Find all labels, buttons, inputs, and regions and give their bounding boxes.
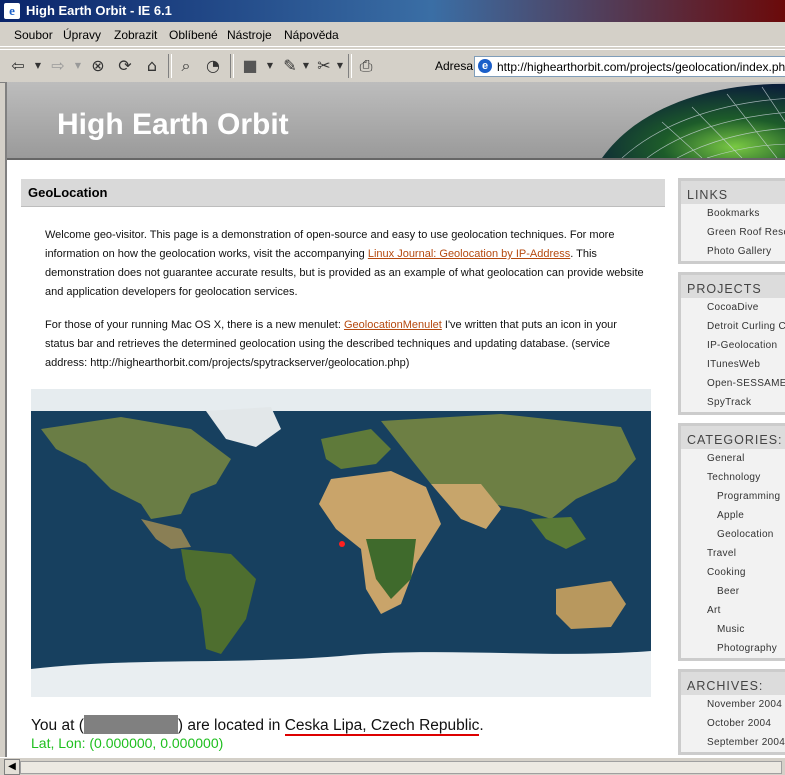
home-icon[interactable]: ⌂: [142, 56, 162, 76]
category-link[interactable]: General: [681, 449, 785, 468]
page-icon: e: [478, 59, 492, 73]
archives-box: ARCHIVES: November 2004 October 2004 Sep…: [678, 669, 785, 755]
search-icon[interactable]: ⌕: [176, 56, 196, 76]
categories-box: CATEGORIES: General Technology Programmi…: [678, 423, 785, 661]
projects-box: PROJECTS CocoaDive Detroit Curling Cl IP…: [678, 272, 785, 415]
project-link[interactable]: Open-SESSAME: [681, 374, 785, 393]
site-header: High Earth Orbit: [7, 82, 785, 160]
menu-edit[interactable]: Úpravy: [63, 28, 101, 42]
sidebar-link[interactable]: Green Roof Reso: [681, 223, 785, 242]
sidebar-link[interactable]: Bookmarks: [681, 204, 785, 223]
geolocation-menulet-link[interactable]: GeolocationMenulet: [344, 319, 442, 331]
project-link[interactable]: SpyTrack: [681, 393, 785, 412]
lat-lon-readout: Lat, Lon: (0.000000, 0.000000): [31, 735, 224, 751]
scroll-track[interactable]: [20, 761, 782, 774]
menu-help[interactable]: Nápověda: [284, 28, 339, 42]
category-link[interactable]: Beer: [681, 582, 785, 601]
refresh-icon[interactable]: ⟳: [115, 56, 135, 76]
project-link[interactable]: ITunesWeb: [681, 355, 785, 374]
forward-dropdown-icon[interactable]: ▼: [74, 56, 82, 76]
archive-link[interactable]: November 2004: [681, 695, 785, 714]
menu-file[interactable]: Soubor: [14, 28, 53, 42]
location-result: You at () are located in Ceska Lipa, Cze…: [31, 715, 484, 736]
back-dropdown-icon[interactable]: ▼: [34, 56, 42, 76]
toolbar: ⇦ ▼ ⇨ ▼ ⊗ ⟳ ⌂ ⌕ ◔ ■ ▼ ✎ ▼ ✂ ▼ ⎙ Adresa e…: [0, 49, 785, 83]
address-input[interactable]: e http://highearthorbit.com/projects/geo…: [474, 56, 785, 77]
window-titlebar: e High Earth Orbit - IE 6.1: [0, 0, 785, 22]
translate-icon[interactable]: ✎: [280, 56, 300, 76]
sidebar-link[interactable]: Photo Gallery: [681, 242, 785, 261]
main-content: GeoLocation Welcome geo-visitor. This pa…: [21, 179, 665, 751]
project-link[interactable]: Detroit Curling Cl: [681, 317, 785, 336]
print-icon[interactable]: ⎙: [356, 56, 376, 76]
archives-heading: ARCHIVES:: [681, 672, 785, 695]
intro-paragraph: Welcome geo-visitor. This page is a demo…: [45, 229, 644, 298]
links-heading: LINKS: [681, 181, 785, 204]
menu-bar: Soubor Úpravy Zobrazit Oblíbené Nástroje…: [0, 24, 785, 47]
projects-heading: PROJECTS: [681, 275, 785, 298]
media-dropdown-icon[interactable]: ▼: [266, 56, 274, 76]
category-link[interactable]: Photography: [681, 639, 785, 658]
tools-dropdown-icon[interactable]: ▼: [336, 56, 344, 76]
history-icon[interactable]: ◔: [203, 56, 223, 76]
site-title[interactable]: High Earth Orbit: [57, 108, 289, 142]
links-box: LINKS Bookmarks Green Roof Reso Photo Ga…: [678, 178, 785, 264]
page-viewport: High Earth Orbit GeoLocation Welcome geo…: [5, 82, 785, 757]
project-link[interactable]: IP-Geolocation: [681, 336, 785, 355]
menu-tools[interactable]: Nástroje: [227, 28, 272, 42]
address-url[interactable]: http://highearthorbit.com/projects/geolo…: [497, 60, 785, 74]
category-link[interactable]: Apple: [681, 506, 785, 525]
stop-icon[interactable]: ⊗: [88, 56, 108, 76]
city-location: Ceska Lipa, Czech Republic: [284, 717, 480, 736]
archive-link[interactable]: October 2004: [681, 714, 785, 733]
project-link[interactable]: CocoaDive: [681, 298, 785, 317]
sidebar: LINKS Bookmarks Green Roof Reso Photo Ga…: [678, 178, 785, 757]
categories-heading: CATEGORIES:: [681, 426, 785, 449]
horizontal-scrollbar[interactable]: ◀: [0, 757, 785, 775]
menu-view[interactable]: Zobrazit: [114, 28, 157, 42]
category-link[interactable]: Cooking: [681, 563, 785, 582]
window-title: High Earth Orbit - IE 6.1: [26, 3, 172, 18]
section-heading: GeoLocation: [21, 179, 665, 207]
location-marker-icon: [339, 541, 345, 547]
category-link[interactable]: Travel: [681, 544, 785, 563]
scroll-left-icon[interactable]: ◀: [4, 759, 20, 775]
archive-link[interactable]: September 2004: [681, 733, 785, 752]
ie-logo-icon: e: [4, 3, 20, 19]
category-link[interactable]: Geolocation: [681, 525, 785, 544]
category-link[interactable]: Music: [681, 620, 785, 639]
world-map: [31, 389, 651, 697]
translate-dropdown-icon[interactable]: ▼: [302, 56, 310, 76]
tools-icon[interactable]: ✂: [314, 56, 334, 76]
menu-favorites[interactable]: Oblíbené: [169, 28, 218, 42]
category-link[interactable]: Technology: [681, 468, 785, 487]
address-label: Adresa: [435, 59, 474, 73]
ip-address-redacted: [83, 715, 178, 734]
category-link[interactable]: Art: [681, 601, 785, 620]
forward-icon[interactable]: ⇨: [48, 56, 68, 76]
category-link[interactable]: Programming: [681, 487, 785, 506]
menulet-paragraph: For those of your running Mac OS X, ther…: [45, 319, 617, 369]
back-icon[interactable]: ⇦: [8, 56, 28, 76]
media-icon[interactable]: ■: [240, 56, 260, 76]
linux-journal-link[interactable]: Linux Journal: Geolocation by IP-Address: [368, 248, 570, 260]
globe-graphic-icon: [602, 83, 785, 158]
